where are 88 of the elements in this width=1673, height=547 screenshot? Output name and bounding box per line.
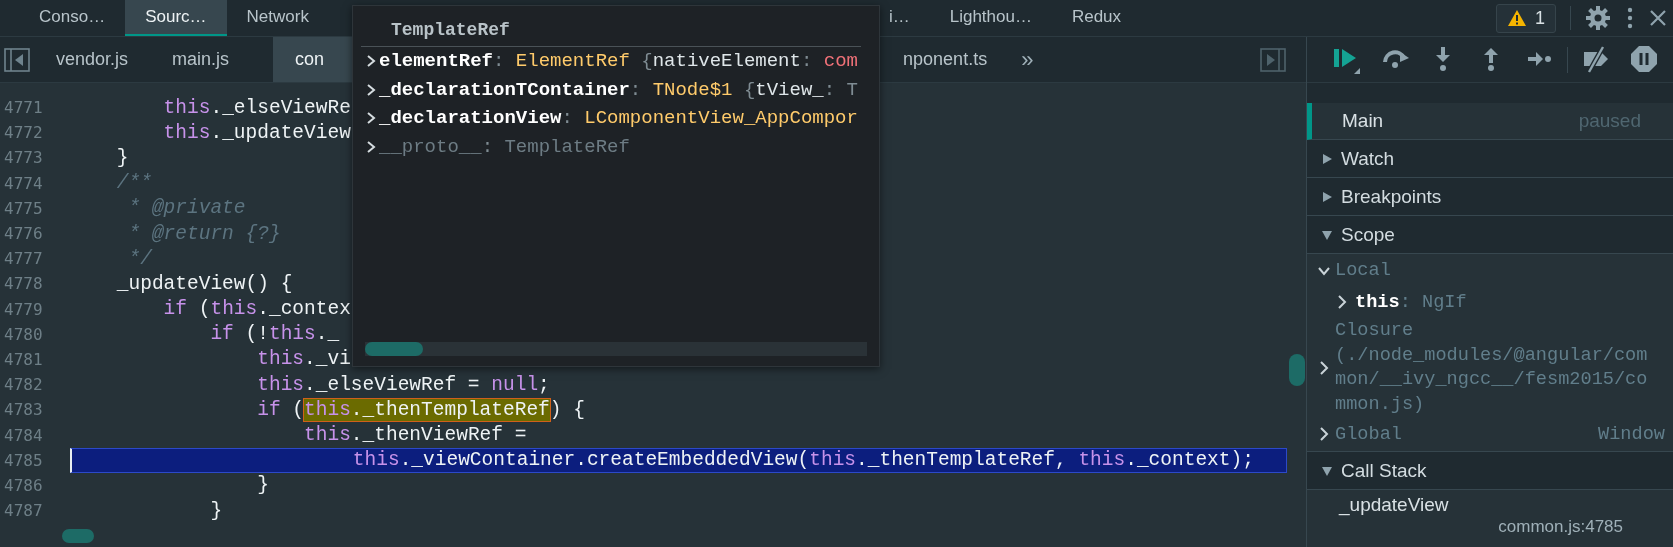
- line-number: 4777: [3, 249, 44, 269]
- sidebar-toggle-icon[interactable]: [4, 47, 30, 72]
- triangle-icon[interactable]: [1321, 190, 1333, 203]
- code-line: this._elseViewRef = null;: [256, 372, 550, 397]
- line-number: 4778: [3, 274, 44, 294]
- call-frame[interactable]: _updateView common.js:4785: [1307, 490, 1673, 538]
- line-number: 4772: [3, 123, 44, 143]
- code-line: */: [127, 246, 152, 271]
- section-title: Scope: [1341, 223, 1395, 246]
- line-number: 4784: [3, 425, 44, 445]
- deactivate-breakpoints-icon[interactable]: [1581, 44, 1611, 75]
- code-line: /**: [115, 171, 152, 196]
- code-line: _updateView() {: [115, 271, 293, 296]
- chevron-icon[interactable]: [1317, 426, 1331, 442]
- triangle-icon[interactable]: [1321, 152, 1333, 165]
- line-number: 4781: [3, 349, 44, 369]
- chevron-icon[interactable]: [365, 111, 377, 126]
- close-icon[interactable]: [1649, 9, 1667, 27]
- thread-name: Main: [1342, 110, 1384, 132]
- panel-tab[interactable]: Redux: [1051, 0, 1142, 36]
- section-header[interactable]: Watch: [1307, 140, 1673, 178]
- scrollbar-thumb[interactable]: [365, 342, 423, 356]
- chevron-icon[interactable]: [365, 82, 377, 97]
- scrollbar-thumb[interactable]: [62, 529, 94, 543]
- section-title: Watch: [1341, 147, 1395, 170]
- code-line: }: [209, 498, 223, 523]
- code-line: this._thenViewRef =: [303, 423, 527, 448]
- warning-icon: [1507, 9, 1527, 27]
- chevron-icon[interactable]: [1317, 360, 1331, 376]
- scope-path: (./node_modules/@angular/common/__ivy_ngcc__/fesm2015/common.js): [1335, 343, 1649, 417]
- code-line: * @private: [127, 196, 246, 221]
- popover-title: TemplateRef: [361, 14, 861, 47]
- code-line: this._viewContainer.createEmbeddedView(this._thenTemplateRef, this._context);: [351, 448, 1254, 473]
- menu-icon[interactable]: [1625, 6, 1635, 30]
- line-number: 4786: [3, 475, 44, 495]
- file-tab[interactable]: nponent.ts: [881, 37, 1010, 82]
- warning-badge[interactable]: 1: [1496, 3, 1556, 33]
- triangle-icon[interactable]: [1321, 464, 1333, 477]
- scrollbar-thumb[interactable]: [1289, 354, 1305, 386]
- code-line: }: [256, 473, 269, 498]
- sidebar-toggle-icon[interactable]: [1260, 47, 1286, 72]
- thread-status: paused: [1578, 110, 1641, 132]
- chevron-icon[interactable]: [365, 54, 377, 69]
- line-number: 4771: [3, 98, 44, 118]
- section-title: Call Stack: [1341, 459, 1427, 482]
- line-number: 4787: [3, 501, 44, 521]
- code-line: this._elseViewRe: [162, 95, 351, 120]
- panel-tab[interactable]: Conso…: [19, 0, 126, 36]
- triangle-icon[interactable]: [1321, 228, 1333, 241]
- line-number: 4776: [3, 224, 44, 244]
- line-number: 4774: [3, 173, 44, 193]
- code-line: this._vi: [256, 347, 351, 372]
- property-entry[interactable]: elementRef: ElementRef {nativeElement: com: [379, 50, 858, 73]
- file-tab[interactable]: vendor.js: [34, 37, 151, 82]
- code-line: if (this._thenTemplateRef) {: [256, 397, 585, 422]
- frame-location: common.js:4785: [1498, 516, 1624, 538]
- property-entry[interactable]: __proto__: TemplateRef: [379, 135, 630, 158]
- section-header[interactable]: Call Stack: [1307, 452, 1673, 490]
- scope-value: Window: [1598, 423, 1665, 445]
- section-header[interactable]: Breakpoints: [1307, 178, 1673, 216]
- line-number: 4775: [3, 198, 44, 218]
- property-entry[interactable]: _declarationTContainer: TNode$1 {tView_: T: [379, 78, 858, 101]
- chevron-icon[interactable]: [1335, 294, 1349, 310]
- frame-name: _updateView: [1339, 494, 1450, 516]
- line-number: 4785: [3, 450, 44, 470]
- code-line: }: [115, 145, 129, 170]
- line-number: 4779: [3, 299, 44, 319]
- section-title: Breakpoints: [1341, 185, 1442, 208]
- property-entry[interactable]: _declarationView: LComponentView_AppCompor: [379, 107, 858, 130]
- settings-icon[interactable]: [1585, 5, 1611, 31]
- panel-tab[interactable]: Network: [226, 0, 329, 36]
- line-number: 4782: [3, 375, 44, 395]
- thread-item[interactable]: Main paused: [1307, 103, 1673, 140]
- file-tab[interactable]: main.js: [150, 37, 252, 82]
- chevron-icon[interactable]: [365, 139, 377, 154]
- code-line: * @return {?}: [127, 221, 281, 246]
- code-line: this._updateView: [162, 120, 351, 145]
- more-tabs-button[interactable]: »: [1009, 37, 1046, 82]
- panel-tab[interactable]: Lighthou…: [929, 0, 1052, 36]
- panel-tab[interactable]: Sourc…: [125, 0, 227, 36]
- variable-entry[interactable]: this: NgIf: [1355, 291, 1467, 313]
- line-number: 4773: [3, 148, 44, 168]
- code-line: if (this._contex: [162, 297, 351, 322]
- code-line: if (!this._: [209, 322, 340, 347]
- pause-icon[interactable]: [1629, 44, 1659, 75]
- line-number: 4783: [3, 400, 44, 420]
- line-number: 4780: [3, 324, 44, 344]
- section-header[interactable]: Scope: [1307, 216, 1673, 254]
